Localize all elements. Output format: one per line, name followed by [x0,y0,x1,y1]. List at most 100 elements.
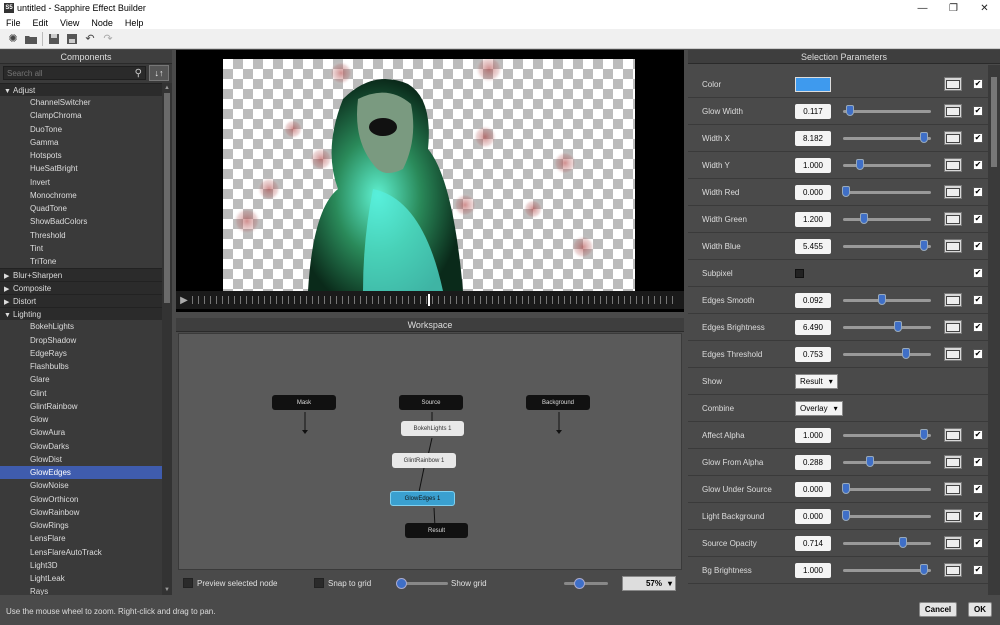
param-enable-checkbox[interactable]: ✔ [973,160,983,170]
bokehlights-node[interactable]: BokehLights 1 [401,421,464,436]
param-slider[interactable] [843,563,931,575]
param-value-field[interactable]: 1.000 [795,427,831,443]
save-as-icon[interactable] [65,32,79,46]
menu-node[interactable]: Node [85,18,119,28]
param-slider[interactable] [843,320,931,332]
components-scrollbar[interactable]: ▲ ▼ [162,83,172,595]
param-slider[interactable] [843,455,931,467]
keyframe-button[interactable] [944,563,962,577]
background-node[interactable]: Background [526,395,590,410]
scroll-down-icon[interactable]: ▼ [162,585,172,595]
component-glowdarks[interactable]: GlowDarks [0,440,162,453]
component-glowdist[interactable]: GlowDist [0,453,162,466]
param-slider[interactable] [843,158,931,170]
component-glowrainbow[interactable]: GlowRainbow [0,506,162,519]
component-flashbulbs[interactable]: Flashbulbs [0,360,162,373]
component-monochrome[interactable]: Monochrome [0,189,162,202]
keyframe-button[interactable] [944,320,962,334]
param-value-field[interactable]: 5.455 [795,238,831,254]
component-glare[interactable]: Glare [0,373,162,386]
scroll-thumb[interactable] [164,93,170,303]
param-slider[interactable] [842,482,931,494]
slider-knob[interactable] [919,239,928,251]
new-effect-icon[interactable]: ✺ [6,32,20,46]
sort-button[interactable]: ↓↑ [149,65,169,81]
scroll-up-icon[interactable]: ▲ [162,83,172,93]
component-quadtone[interactable]: QuadTone [0,202,162,215]
category-blur-sharpen[interactable]: ▶ Blur+Sharpen [0,268,162,282]
slider-knob[interactable] [919,563,928,575]
component-gloworthicon[interactable]: GlowOrthicon [0,493,162,506]
keyframe-button[interactable] [944,104,962,118]
expanded-arrow-icon[interactable]: ▼ [4,309,13,322]
slider-knob[interactable] [919,131,928,143]
component-glownoise[interactable]: GlowNoise [0,479,162,492]
param-value-field[interactable]: 0.000 [795,481,831,497]
param-value-field[interactable]: 0.092 [795,292,831,308]
close-icon[interactable]: ✕ [969,0,1000,16]
param-slider[interactable] [843,239,931,251]
slider-knob[interactable] [878,293,886,305]
param-enable-checkbox[interactable]: ✔ [973,565,983,575]
param-enable-checkbox[interactable]: ✔ [973,214,983,224]
param-enable-checkbox[interactable]: ✔ [973,484,983,494]
component-glintrainbow[interactable]: GlintRainbow [0,400,162,413]
component-lensflareautotrack[interactable]: LensFlareAutoTrack [0,546,162,559]
category-composite[interactable]: ▶ Composite [0,281,162,295]
zoom-slider[interactable] [564,577,608,589]
param-slider[interactable] [842,509,931,521]
param-enable-checkbox[interactable]: ✔ [973,511,983,521]
zoom-slider-knob[interactable] [574,577,586,589]
component-glow[interactable]: Glow [0,413,162,426]
param-slider[interactable] [843,293,931,305]
open-folder-icon[interactable] [24,32,38,46]
zoom-select[interactable]: 57% ▾ [622,575,676,591]
param-enable-checkbox[interactable]: ✔ [973,430,983,440]
redo-icon[interactable]: ↷ [101,32,115,46]
category-distort[interactable]: ▶ Distort [0,294,162,308]
component-bokehlights[interactable]: BokehLights [0,320,162,333]
component-glowaura[interactable]: GlowAura [0,426,162,439]
component-clampchroma[interactable]: ClampChroma [0,109,162,122]
param-enable-checkbox[interactable]: ✔ [973,295,983,305]
subpixel-checkbox[interactable] [795,268,804,278]
param-enable-checkbox[interactable]: ✔ [973,106,983,116]
minimize-icon[interactable]: — [907,0,938,16]
component-dropshadow[interactable]: DropShadow [0,334,162,347]
keyframe-button[interactable] [944,455,962,469]
component-lightleak[interactable]: LightLeak [0,572,162,585]
node-graph[interactable]: Mask Source Background BokehLights 1 Gli… [178,333,682,570]
maximize-icon[interactable]: ❐ [938,0,969,16]
param-enable-checkbox[interactable]: ✔ [973,133,983,143]
param-slider[interactable] [843,104,931,116]
preview-viewer[interactable] [176,50,684,312]
component-duotone[interactable]: DuoTone [0,123,162,136]
component-tritone[interactable]: TriTone [0,255,162,268]
component-huesatbright[interactable]: HueSatBright [0,162,162,175]
component-glowedges[interactable]: GlowEdges [0,466,162,480]
color-swatch[interactable] [795,76,831,92]
slider-knob[interactable] [859,212,868,224]
source-node[interactable]: Source [399,395,463,410]
param-slider[interactable] [843,212,931,224]
component-invert[interactable]: Invert [0,176,162,189]
param-value-field[interactable]: 6.490 [795,319,831,335]
param-enable-checkbox[interactable]: ✔ [973,241,983,251]
slider-knob[interactable] [902,347,910,359]
keyframe-button[interactable] [944,293,962,307]
component-lensflare[interactable]: LensFlare [0,532,162,545]
keyframe-button[interactable] [944,77,962,91]
search-input[interactable] [7,68,135,78]
slider-knob[interactable] [898,536,907,548]
component-showbadcolors[interactable]: ShowBadColors [0,215,162,228]
param-value-field[interactable]: 0.117 [795,103,831,119]
param-slider[interactable] [843,347,931,359]
param-slider[interactable] [843,428,931,440]
parameters-scrollbar[interactable] [988,65,1000,595]
component-glowrings[interactable]: GlowRings [0,519,162,532]
keyframe-button[interactable] [944,131,962,145]
search-field[interactable]: ⚲ [3,66,146,80]
slider-knob[interactable] [919,428,928,440]
slider-knob[interactable] [856,158,865,170]
undo-icon[interactable]: ↶ [83,32,97,46]
